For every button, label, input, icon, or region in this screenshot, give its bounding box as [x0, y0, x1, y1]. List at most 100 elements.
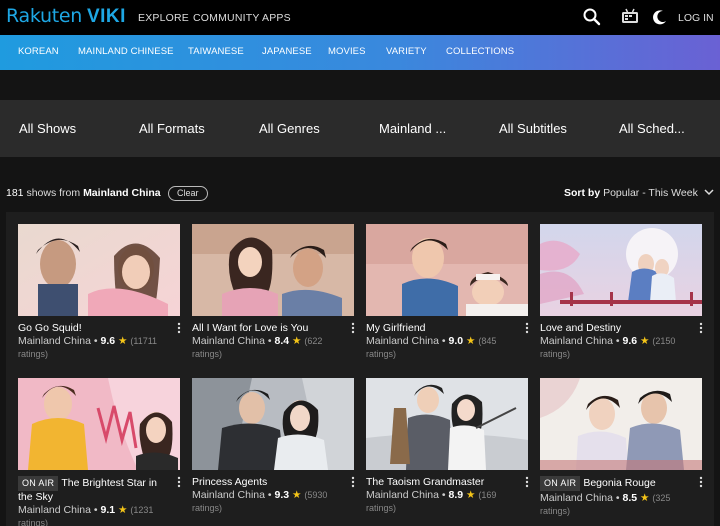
rating-count: (5930 — [304, 490, 328, 500]
show-thumbnail[interactable] — [18, 378, 180, 470]
viki-logo[interactable]: Rakuten VIKI — [6, 5, 126, 29]
clear-filter-button[interactable]: Clear — [168, 186, 208, 201]
show-region: Mainland China — [366, 489, 439, 501]
genre-japanese[interactable]: JAPANESE — [262, 46, 312, 57]
show-rating: 9.3 — [274, 489, 290, 501]
logo-viki-text: VIKI — [86, 6, 126, 27]
genre-variety[interactable]: VARIETY — [386, 46, 427, 57]
filter-country[interactable]: Mainland ... — [379, 121, 446, 136]
search-icon[interactable] — [582, 7, 602, 27]
login-link[interactable]: LOG IN — [678, 12, 714, 24]
rating-suffix: ratings) — [18, 349, 49, 359]
show-thumbnail[interactable] — [18, 224, 180, 316]
show-meta: Mainland China • 9.3 ★ (5930 ratings) — [192, 489, 328, 513]
show-meta: Mainland China • 9.6 ★ (11711 ratings) — [18, 335, 158, 359]
sort-label: Sort by — [564, 187, 601, 199]
show-thumbnail[interactable] — [192, 378, 354, 470]
rating-count: (11711 — [130, 336, 158, 346]
star-icon: ★ — [640, 335, 650, 347]
show-rating: 8.4 — [274, 335, 290, 347]
more-options-icon[interactable] — [176, 322, 182, 334]
rating-count: (1231 — [130, 505, 154, 515]
show-rating: 9.6 — [622, 335, 638, 347]
show-region: Mainland China — [18, 335, 91, 347]
show-meta: Mainland China • 9.6 ★ (2150 ratings) — [540, 335, 676, 359]
results-text: shows from — [26, 187, 81, 199]
show-card[interactable]: Go Go Squid! Mainland China • 9.6 ★ (117… — [18, 224, 182, 364]
more-options-icon[interactable] — [524, 322, 530, 334]
more-options-icon[interactable] — [698, 476, 704, 488]
rating-suffix: ratings) — [192, 349, 223, 359]
rating-count: (622 — [304, 336, 323, 346]
show-region: Mainland China — [192, 335, 265, 347]
sort-dropdown[interactable]: Sort by Popular - This Week — [564, 187, 714, 199]
show-title[interactable]: Go Go Squid! — [18, 322, 174, 335]
star-icon: ★ — [118, 335, 128, 347]
nav-apps[interactable]: APPS — [262, 12, 291, 24]
show-card[interactable]: ON AIR Begonia Rouge Mainland China • 8.5… — [540, 378, 704, 526]
show-rating: 8.5 — [622, 492, 638, 504]
show-title[interactable]: The Taoism Grandmaster — [366, 476, 522, 489]
rating-count: (325 — [652, 493, 671, 503]
show-meta: Mainland China • 9.0 ★ (845 ratings) — [366, 335, 497, 359]
more-options-icon[interactable] — [350, 476, 356, 488]
star-icon: ★ — [118, 504, 128, 516]
filter-schedule[interactable]: All Sched... — [619, 121, 685, 136]
show-thumbnail[interactable] — [192, 224, 354, 316]
rating-count: (2150 — [652, 336, 676, 346]
show-thumbnail[interactable] — [366, 378, 528, 470]
filter-genres[interactable]: All Genres — [259, 121, 320, 136]
show-meta: Mainland China • 8.4 ★ (622 ratings) — [192, 335, 323, 359]
moon-icon[interactable] — [650, 7, 670, 27]
top-bar: Rakuten VIKI EXPLORE COMMUNITY APPS LOG … — [0, 0, 720, 35]
star-icon: ★ — [292, 489, 302, 501]
show-region: Mainland China — [366, 335, 439, 347]
filter-subtitles[interactable]: All Subtitles — [499, 121, 567, 136]
more-options-icon[interactable] — [350, 322, 356, 334]
star-icon: ★ — [640, 492, 650, 504]
tv-schedule-icon[interactable] — [620, 7, 640, 27]
show-rating: 9.6 — [100, 335, 116, 347]
genre-mainland-chinese[interactable]: MAINLAND CHINESE — [78, 46, 174, 57]
more-options-icon[interactable] — [524, 476, 530, 488]
filter-bar: All Shows All Formats All Genres Mainlan… — [0, 100, 720, 157]
show-title[interactable]: ON AIR Begonia Rouge — [540, 476, 696, 491]
genre-taiwanese[interactable]: TAIWANESE — [188, 46, 244, 57]
show-meta: Mainland China • 9.1 ★ (1231 ratings) — [18, 504, 154, 526]
show-title[interactable]: All I Want for Love is You — [192, 322, 348, 335]
nav-explore[interactable]: EXPLORE — [138, 12, 189, 24]
show-thumbnail[interactable] — [540, 378, 702, 470]
filter-shows[interactable]: All Shows — [19, 121, 76, 136]
show-title[interactable]: Love and Destiny — [540, 322, 696, 335]
genre-collections[interactable]: COLLECTIONS — [446, 46, 514, 57]
star-icon: ★ — [466, 335, 476, 347]
show-card[interactable]: My Girlfriend Mainland China • 9.0 ★ (84… — [366, 224, 530, 364]
show-title[interactable]: Princess Agents — [192, 476, 348, 489]
show-thumbnail[interactable] — [366, 224, 528, 316]
show-card[interactable]: Love and Destiny Mainland China • 9.6 ★ … — [540, 224, 704, 364]
rating-count: (845 — [478, 336, 497, 346]
show-thumbnail[interactable] — [540, 224, 702, 316]
rating-suffix: ratings) — [192, 503, 223, 513]
show-title[interactable]: My Girlfriend — [366, 322, 522, 335]
on-air-badge: ON AIR — [18, 476, 59, 491]
star-icon: ★ — [292, 335, 302, 347]
show-region: Mainland China — [192, 489, 265, 501]
show-title-text: Begonia Rouge — [583, 477, 656, 489]
show-rating: 9.1 — [100, 504, 116, 516]
show-title[interactable]: ON AIR The Brightest Star in the Sky — [18, 476, 170, 504]
filter-formats[interactable]: All Formats — [139, 121, 205, 136]
genre-movies[interactable]: MOVIES — [328, 46, 366, 57]
show-rating: 8.9 — [448, 489, 464, 501]
rating-suffix: ratings) — [18, 518, 49, 526]
results-number: 181 — [6, 187, 24, 199]
more-options-icon[interactable] — [176, 476, 182, 488]
show-card[interactable]: The Taoism Grandmaster Mainland China • … — [366, 378, 530, 526]
show-card[interactable]: Princess Agents Mainland China • 9.3 ★ (… — [192, 378, 356, 526]
show-card[interactable]: ON AIR The Brightest Star in the Sky Main… — [18, 378, 182, 526]
genre-korean[interactable]: KOREAN — [18, 46, 59, 57]
more-options-icon[interactable] — [698, 322, 704, 334]
show-meta: Mainland China • 8.5 ★ (325 ratings) — [540, 492, 671, 516]
show-card[interactable]: All I Want for Love is You Mainland Chin… — [192, 224, 356, 364]
nav-community[interactable]: COMMUNITY — [193, 12, 260, 24]
